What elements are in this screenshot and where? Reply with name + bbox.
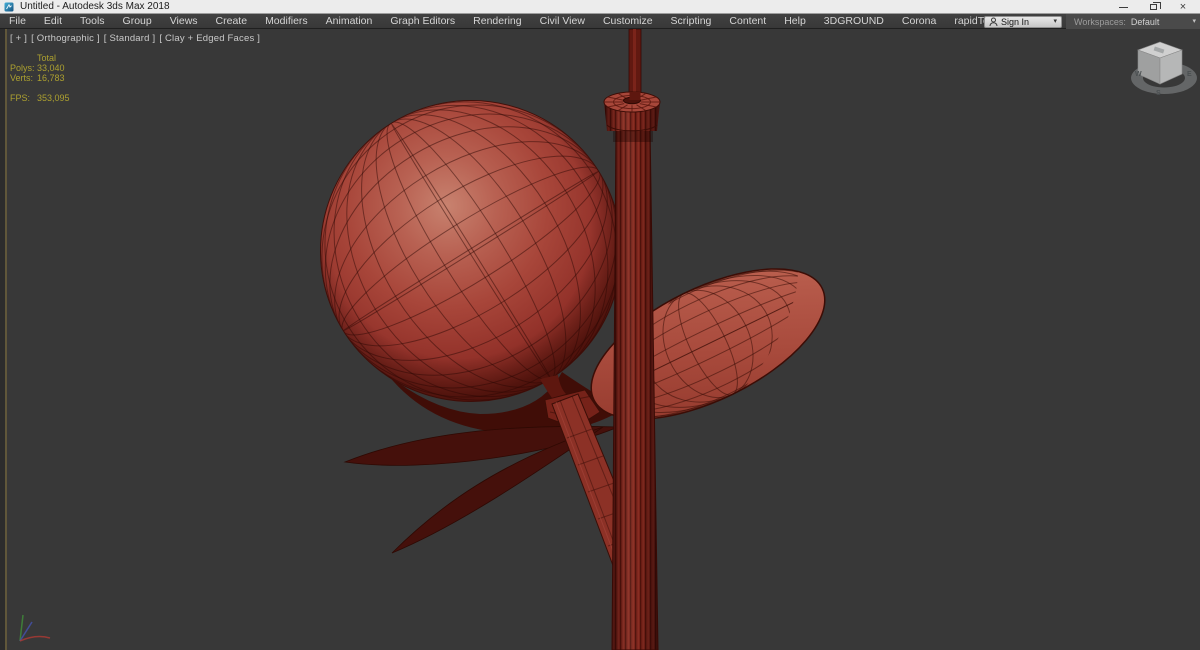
stats-header: Total: [37, 53, 57, 63]
minimize-icon: [1118, 6, 1128, 8]
menu-modifiers[interactable]: Modifiers: [256, 14, 317, 29]
close-icon: ×: [1179, 0, 1187, 13]
workspaces-value: Default: [1130, 16, 1160, 27]
workspaces-dropdown[interactable]: Workspaces: Default ▾: [1066, 14, 1200, 29]
viewcube[interactable]: W S E: [1118, 32, 1200, 112]
polys-label: Polys:: [10, 63, 35, 73]
menu-content[interactable]: Content: [720, 14, 775, 29]
statistics-overlay: Total Polys: 33,040 Verts: 16,783 FPS: 353,…: [10, 53, 70, 103]
menu-3dground[interactable]: 3DGROUND: [815, 14, 893, 29]
restore-button[interactable]: [1138, 0, 1168, 14]
menu-graph-editors[interactable]: Graph Editors: [381, 14, 464, 29]
chevron-down-icon: ▾: [1053, 18, 1057, 25]
menu-help[interactable]: Help: [775, 14, 815, 29]
sign-in-button[interactable]: Sign In ▾: [984, 15, 1062, 28]
window-controls: ×: [1108, 0, 1198, 14]
axis-x-red: [19, 635, 51, 642]
window-title: Untitled - Autodesk 3ds Max 2018: [20, 0, 170, 12]
viewcube-letter-west[interactable]: W: [1135, 71, 1142, 78]
restore-icon: [1149, 2, 1161, 10]
close-button[interactable]: ×: [1168, 0, 1198, 14]
viewport[interactable]: [ + ] [ Orthographic ] [ Standard ] [ Cl…: [0, 29, 1200, 650]
3ds-max-window: Untitled - Autodesk 3ds Max 2018 × File …: [0, 0, 1200, 650]
viewport-menu-general[interactable]: [ + ]: [10, 33, 27, 44]
menu-file[interactable]: File: [0, 14, 35, 29]
viewcube-cube[interactable]: [1137, 41, 1183, 85]
window-titlebar: Untitled - Autodesk 3ds Max 2018 ×: [0, 0, 1200, 14]
viewport-menu-lighting[interactable]: [ Standard ]: [104, 33, 156, 44]
menu-civil-view[interactable]: Civil View: [531, 14, 594, 29]
viewport-label: [ + ] [ Orthographic ] [ Standard ] [ Cl…: [10, 33, 260, 44]
sign-in-label: Sign In: [1001, 16, 1030, 27]
menu-animation[interactable]: Animation: [317, 14, 382, 29]
verts-label: Verts:: [10, 73, 34, 83]
model-rod-top[interactable]: [628, 29, 642, 98]
viewcube-letter-south[interactable]: S: [1156, 90, 1161, 97]
menu-scripting[interactable]: Scripting: [662, 14, 721, 29]
menu-tools[interactable]: Tools: [71, 14, 114, 29]
menu-bar: File Edit Tools Group Views Create Modif…: [0, 14, 1200, 29]
viewport-menu-pov[interactable]: [ Orthographic ]: [31, 33, 100, 44]
minimize-button[interactable]: [1108, 0, 1138, 14]
world-axis-icon: [19, 614, 51, 642]
active-viewport-border: [5, 29, 7, 650]
stats-verts-row: Verts: 16,783: [10, 73, 70, 83]
stats-header-row: Total: [10, 53, 70, 63]
menu-customize[interactable]: Customize: [594, 14, 662, 29]
workspaces-label: Workspaces:: [1074, 16, 1126, 27]
verts-value: 16,783: [37, 73, 65, 83]
menu-rendering[interactable]: Rendering: [464, 14, 530, 29]
app-logo-icon: [4, 2, 14, 11]
viewcube-letter-east[interactable]: E: [1187, 71, 1192, 78]
menu-edit[interactable]: Edit: [35, 14, 71, 29]
polys-value: 33,040: [37, 63, 65, 73]
3d-scene[interactable]: [0, 29, 1200, 650]
fps-value: 353,095: [37, 93, 70, 103]
stats-polys-row: Polys: 33,040: [10, 63, 70, 73]
viewport-menu-shading[interactable]: [ Clay + Edged Faces ]: [159, 33, 260, 44]
stats-fps-row: FPS: 353,095: [10, 93, 70, 103]
user-icon: [989, 17, 998, 26]
menu-views[interactable]: Views: [161, 14, 207, 29]
menu-group[interactable]: Group: [114, 14, 161, 29]
menu-corona[interactable]: Corona: [893, 14, 945, 29]
menu-create[interactable]: Create: [207, 14, 257, 29]
model-collar[interactable]: [603, 91, 661, 132]
fps-label: FPS:: [10, 93, 31, 103]
model-pole[interactable]: [611, 125, 659, 650]
chevron-down-icon: ▾: [1192, 18, 1196, 25]
